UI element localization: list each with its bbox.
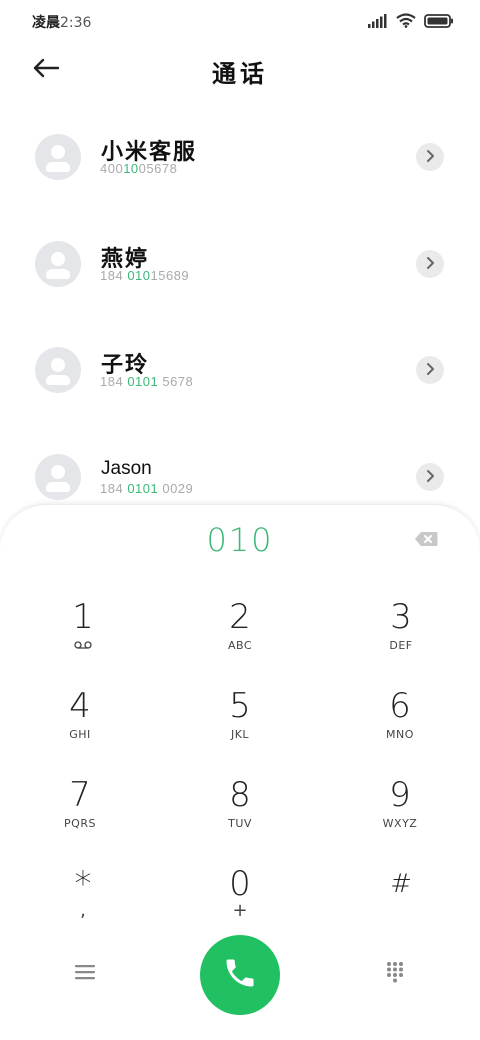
key-letters: MNO — [386, 728, 414, 741]
key-0[interactable]: 0 + — [180, 864, 300, 944]
contact-item[interactable]: 燕婷 184 01015689 — [0, 217, 480, 317]
phone-icon — [222, 955, 258, 995]
key-letters: WXYZ — [382, 817, 418, 830]
contact-detail-button[interactable] — [416, 463, 444, 491]
dialpad-toggle-button[interactable] — [380, 959, 410, 989]
key-digit: 2 — [229, 597, 251, 637]
chevron-right-icon — [425, 361, 435, 380]
contact-detail-button[interactable] — [416, 250, 444, 278]
contact-detail-button[interactable] — [416, 143, 444, 171]
key-7[interactable]: 7 PQRS — [20, 775, 140, 855]
backspace-button[interactable] — [414, 531, 442, 549]
contact-number: 184 0101 0029 — [100, 481, 194, 496]
backspace-icon — [414, 532, 438, 551]
status-time-label: 凌晨 — [32, 15, 60, 31]
key-letters: TUV — [228, 817, 252, 830]
key-digit: 8 — [229, 775, 251, 815]
chevron-right-icon — [425, 468, 435, 487]
contact-item[interactable]: 子玲 184 0101 5678 — [0, 323, 480, 423]
key-digit: 7 — [69, 775, 91, 815]
key-9[interactable]: 9 WXYZ — [340, 775, 460, 855]
key-digit: 9 — [389, 775, 411, 815]
key-digit: 0 — [229, 864, 251, 904]
key-digit: # — [390, 869, 412, 899]
contact-item[interactable]: 小米客服 4001005678 — [0, 110, 480, 210]
dialpad-icon — [385, 961, 405, 987]
menu-button[interactable] — [70, 959, 100, 989]
avatar — [35, 241, 81, 287]
avatar — [35, 134, 81, 180]
key-2[interactable]: 2 ABC — [180, 597, 300, 677]
status-icons — [368, 13, 454, 32]
signal-icon — [368, 13, 388, 32]
key-letters: GHI — [69, 728, 91, 741]
contact-number: 184 0101 5678 — [100, 374, 194, 389]
key-digit: 6 — [389, 686, 411, 726]
dialer-panel: 010 1 2 ABC 3 DEF 4 GHI 5 JKL 6 MNO 7 PQ… — [0, 504, 480, 1040]
key-letters: PQRS — [64, 817, 96, 830]
key-hash[interactable]: # — [341, 864, 461, 944]
menu-icon — [75, 964, 95, 984]
key-1[interactable]: 1 — [23, 597, 143, 677]
page-title: 通话 — [212, 60, 268, 88]
dial-number-input[interactable]: 010 — [0, 521, 480, 559]
chevron-right-icon — [425, 255, 435, 274]
call-button[interactable] — [200, 935, 280, 1015]
key-letters: , — [80, 900, 86, 921]
contact-number: 184 01015689 — [100, 268, 190, 283]
key-letters: ABC — [227, 639, 253, 652]
status-time-value: 2:36 — [60, 15, 92, 31]
wifi-icon — [396, 13, 416, 32]
key-letters: + — [232, 900, 248, 921]
key-digit: 1 — [72, 597, 94, 637]
key-letters: JKL — [230, 728, 250, 741]
chevron-right-icon — [425, 148, 435, 167]
key-digit: 3 — [390, 597, 412, 637]
key-digit: 5 — [229, 686, 251, 726]
key-5[interactable]: 5 JKL — [180, 686, 300, 766]
battery-icon — [424, 13, 454, 32]
contact-number: 4001005678 — [100, 161, 178, 176]
avatar — [35, 454, 81, 500]
key-3[interactable]: 3 DEF — [341, 597, 461, 677]
contact-name: Jason — [101, 458, 152, 479]
status-bar: 凌晨2:36 — [0, 0, 480, 44]
avatar — [35, 347, 81, 393]
key-4[interactable]: 4 GHI — [20, 686, 140, 766]
key-8[interactable]: 8 TUV — [180, 775, 300, 855]
contact-detail-button[interactable] — [416, 356, 444, 384]
status-time: 凌晨2:36 — [32, 12, 91, 32]
key-digit: 4 — [69, 686, 91, 726]
key-6[interactable]: 6 MNO — [340, 686, 460, 766]
key-digit: * — [74, 864, 92, 904]
key-letters: DEF — [389, 639, 413, 652]
header: 通话 — [0, 44, 480, 94]
key-star[interactable]: * , — [23, 864, 143, 944]
voicemail-icon — [23, 639, 143, 652]
